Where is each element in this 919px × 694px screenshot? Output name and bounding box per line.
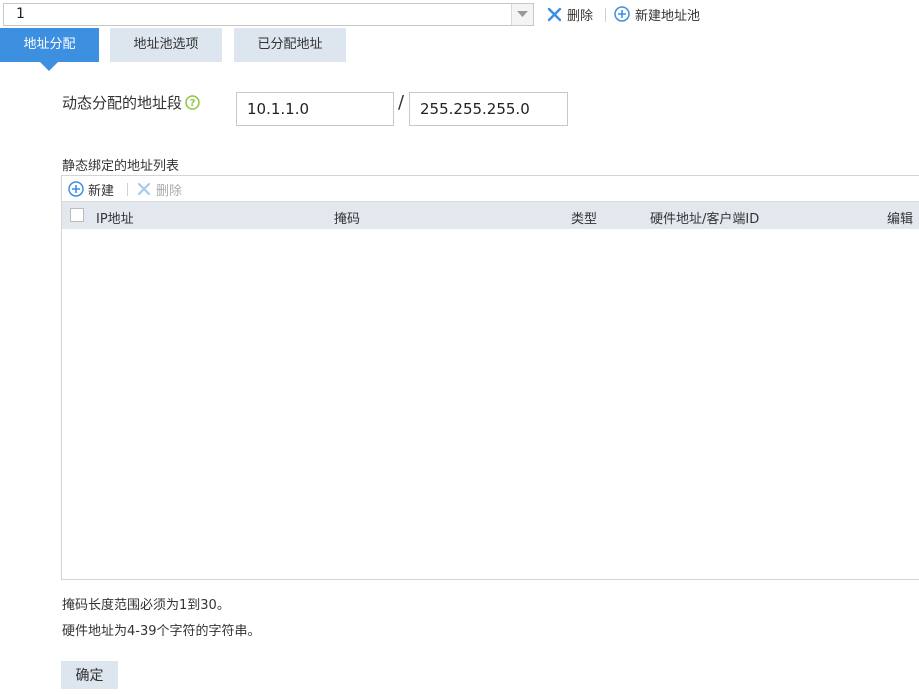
hardware-address-note: 硬件地址为4-39个字符的字符串。 xyxy=(62,624,261,639)
tab-allocated-addresses[interactable]: 已分配地址 xyxy=(234,28,346,62)
table-header: IP地址 掩码 类型 硬件地址/客户端ID 编辑 xyxy=(62,201,919,229)
active-tab-caret xyxy=(40,62,58,71)
tab-label: 地址池选项 xyxy=(133,37,199,52)
static-list-title: 静态绑定的地址列表 xyxy=(62,159,180,174)
close-icon xyxy=(135,180,153,198)
toolbar-divider xyxy=(605,8,606,22)
add-binding-label: 新建 xyxy=(88,183,115,199)
tab-pool-options[interactable]: 地址池选项 xyxy=(110,28,222,62)
toolbar-divider xyxy=(127,183,128,196)
column-header-edit: 编辑 xyxy=(887,212,914,227)
svg-text:?: ? xyxy=(190,98,196,109)
address-pool-select[interactable]: 1 xyxy=(3,3,534,26)
table-toolbar: 新建 删除 xyxy=(62,176,919,201)
confirm-button[interactable]: 确定 xyxy=(61,661,118,689)
column-header-type[interactable]: 类型 xyxy=(571,208,597,227)
plus-circle-icon xyxy=(613,5,631,23)
top-bar: 1 删除 新建地址池 xyxy=(0,0,919,28)
dynamic-ip-input[interactable] xyxy=(236,92,394,126)
pool-select-value: 1 xyxy=(16,6,25,22)
delete-pool-button[interactable]: 删除 xyxy=(545,4,593,24)
column-header-ip[interactable]: IP地址 xyxy=(96,208,134,227)
close-icon xyxy=(545,5,563,23)
column-header-hardware-address[interactable]: 硬件地址/客户端ID xyxy=(650,208,759,227)
ip-mask-separator: / xyxy=(398,92,405,113)
tab-bar: 地址分配 地址池选项 已分配地址 xyxy=(0,28,919,72)
dynamic-range-text: 动态分配的地址段 xyxy=(62,94,183,112)
new-pool-button[interactable]: 新建地址池 xyxy=(613,4,700,24)
tab-label: 已分配地址 xyxy=(257,37,323,52)
tab-address-allocation[interactable]: 地址分配 xyxy=(0,28,99,71)
plus-circle-icon xyxy=(67,180,85,198)
dynamic-range-label: 动态分配的地址段 ? xyxy=(62,92,200,113)
dropdown-arrow[interactable] xyxy=(511,4,533,25)
new-pool-label: 新建地址池 xyxy=(635,8,701,24)
select-all-checkbox[interactable] xyxy=(70,208,84,222)
static-binding-table: 新建 删除 IP地址 掩码 类型 硬件地址/客户端ID 编辑 xyxy=(61,175,919,580)
column-header-mask[interactable]: 掩码 xyxy=(334,208,360,227)
help-icon[interactable]: ? xyxy=(185,95,200,110)
delete-binding-button[interactable]: 删除 xyxy=(135,179,182,199)
delete-binding-label: 删除 xyxy=(156,183,183,199)
tab-label: 地址分配 xyxy=(23,37,76,52)
delete-pool-label: 删除 xyxy=(567,8,594,24)
add-binding-button[interactable]: 新建 xyxy=(67,179,114,199)
dynamic-mask-input[interactable] xyxy=(409,92,568,126)
mask-length-note: 掩码长度范围必须为1到30。 xyxy=(62,598,230,613)
chevron-down-icon xyxy=(517,11,528,17)
